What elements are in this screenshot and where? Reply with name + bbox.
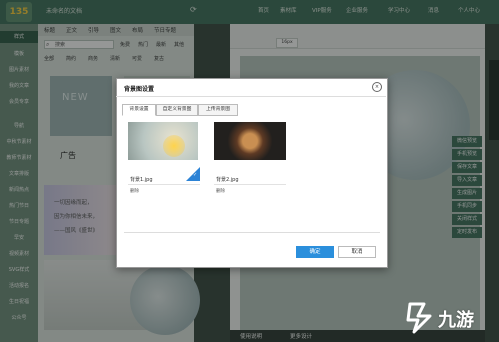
dialog-divider <box>116 96 386 97</box>
ok-button[interactable]: 确定 <box>296 246 334 258</box>
checkmark-icon: ✓ <box>193 172 198 178</box>
delete-image-1-link[interactable]: 删除 <box>130 188 139 194</box>
image-1-separator <box>128 184 200 185</box>
cancel-button[interactable]: 取消 <box>338 246 376 258</box>
dialog-footer-divider <box>124 232 380 233</box>
watermark-text: 九游 <box>438 310 474 331</box>
image-2-separator <box>214 184 286 185</box>
delete-image-2-link[interactable]: 删除 <box>216 188 225 194</box>
close-icon[interactable]: × <box>372 82 382 92</box>
image-1-name: 背景1.jpg <box>130 177 153 183</box>
dialog-title: 背景图设置 <box>124 86 155 93</box>
image-2-name: 背景2.jpg <box>216 177 239 183</box>
tab-upload-background[interactable]: 上传背景图 <box>198 104 238 116</box>
cursor-highlight <box>163 135 185 157</box>
background-image-2[interactable] <box>214 122 286 160</box>
tab-background-settings[interactable]: 背景设置 <box>122 104 156 116</box>
tab-custom-background[interactable]: 自定义背景图 <box>156 104 198 116</box>
